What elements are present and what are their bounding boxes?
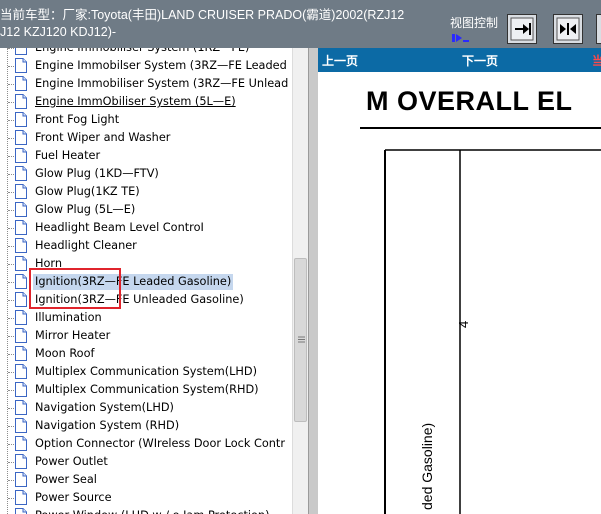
tree-item[interactable]: Engine Immobiliser System (1RZ—FE) (0, 48, 292, 57)
document-icon (15, 238, 27, 253)
tree-item[interactable]: Power Seal (0, 471, 292, 489)
tree-scrollbar[interactable] (292, 48, 309, 514)
view-indicator-icon (452, 34, 469, 42)
document-icon (15, 454, 27, 469)
tree-item[interactable]: Multiplex Communication System(LHD) (0, 363, 292, 381)
document-icon (15, 58, 27, 73)
tree-item[interactable]: Glow Plug (5L—E) (0, 201, 292, 219)
document-icon (15, 202, 27, 217)
document-icon (15, 148, 27, 163)
top-header-bar: 当前车型：厂家:Toyota(丰田)LAND CRUISER PRADO(霸道)… (0, 0, 601, 49)
document-icon (15, 130, 27, 145)
tree-item-label: Multiplex Communication System(RHD) (35, 383, 259, 396)
tree-item[interactable]: Mirror Heater (0, 327, 292, 345)
tree-item[interactable]: Headlight Cleaner (0, 237, 292, 255)
grip-icon (298, 336, 305, 343)
current-vehicle-title: 当前车型：厂家:Toyota(丰田)LAND CRUISER PRADO(霸道)… (0, 8, 405, 39)
document-icon (15, 418, 27, 433)
tree-item-label: Fuel Heater (35, 149, 101, 162)
fit-width-button[interactable] (553, 14, 583, 44)
tree-item-label: Moon Roof (35, 347, 95, 360)
tree-item-label: Glow Plug(1KZ TE) (35, 185, 140, 198)
document-icon (15, 76, 27, 91)
tree-item-label: Engine Immobiliser System (1RZ—FE) (33, 48, 251, 56)
tree-item[interactable]: Front Fog Light (0, 111, 292, 129)
document-icon (15, 166, 27, 181)
tree-item[interactable]: Fuel Heater (0, 147, 292, 165)
highlight-annotation (29, 268, 121, 309)
tree-item-label: Front Wiper and Washer (35, 131, 171, 144)
tree-item-label: Power Source (35, 491, 112, 504)
document-icon (15, 436, 27, 451)
tree-item[interactable]: Engine Immobilser System (3RZ—FE Leaded (0, 57, 292, 75)
document-icon (15, 274, 27, 289)
arrows-inward-icon (556, 17, 580, 41)
tree-item-label: Multiplex Communication System(LHD) (35, 365, 258, 378)
tree-item-label: Navigation System(LHD) (35, 401, 174, 414)
tree-item-label: Mirror Heater (35, 329, 111, 342)
viewer-nav-bar: 上一页 下一页 当 (318, 48, 601, 72)
document-icon (15, 94, 27, 109)
tree-item[interactable]: Engine ImmObiliser System (5L—E) (0, 93, 292, 111)
view-control-label: 视图控制 (450, 16, 499, 30)
tree-item-label: Front Fog Light (35, 113, 120, 126)
tree-item[interactable]: Headlight Beam Level ControI (0, 219, 292, 237)
tree-item[interactable]: Power Window (LHD w / o Jam Protection) (0, 507, 292, 514)
document-icon (15, 364, 27, 379)
tree-item[interactable]: Glow Plug(1KZ TE) (0, 183, 292, 201)
document-icon (15, 310, 27, 325)
document-icon (15, 508, 27, 514)
title-rule (360, 127, 601, 129)
tree-item-label: Option Connector (WIreless Door Lock Con… (35, 437, 285, 450)
document-icon (15, 346, 27, 361)
document-icon (15, 490, 27, 505)
document-icon (15, 112, 27, 127)
tree-item-label: Glow Plug (5L—E) (35, 203, 136, 216)
document-icon (15, 328, 27, 343)
tree-item[interactable]: Navigation System(LHD) (0, 399, 292, 417)
next-page-button[interactable] (507, 14, 537, 44)
tree-item-label: Power Seal (35, 473, 97, 486)
tree-item[interactable]: Navigation System (RHD) (0, 417, 292, 435)
document-icon (15, 184, 27, 199)
document-icon (15, 382, 27, 397)
tree-item-label: Navigation System (RHD) (35, 419, 180, 432)
current-page-link[interactable]: 当 (592, 52, 601, 69)
scrollbar-thumb[interactable] (294, 258, 307, 422)
tree-item[interactable]: Option Connector (WIreless Door Lock Con… (0, 435, 292, 453)
tree-item[interactable]: Power Source (0, 489, 292, 507)
diagram-title: M OVERALL EL (366, 86, 573, 116)
document-icon (15, 292, 27, 307)
arrow-right-bar-icon (510, 17, 534, 41)
tree-item-label: Illumination (35, 311, 102, 324)
document-icon (15, 472, 27, 487)
document-icon (15, 256, 27, 271)
tree-item[interactable]: Glow Plug (1KD—FTV) (0, 165, 292, 183)
tree-item[interactable]: Moon Roof (0, 345, 292, 363)
more-controls-button[interactable] (596, 14, 601, 44)
diagram-vertical-label: ded Gasoline) (419, 422, 435, 510)
diagram-number: 4 (456, 320, 471, 328)
tree-item[interactable]: Engine Immobiliser System (3RZ—FE Unlead (0, 75, 292, 93)
document-viewer: 上一页 下一页 当 M OVERALL EL 4 ded Gasoline) (318, 48, 601, 514)
document-icon (15, 48, 27, 55)
tree-item[interactable]: Front Wiper and Washer (0, 129, 292, 147)
tree-item-label: Engine Immobilser System (3RZ—FE Leaded (35, 59, 287, 72)
prev-page-link[interactable]: 上一页 (322, 52, 358, 69)
tree-item-label: Power Outlet (35, 455, 108, 468)
tree-item-label: Engine ImmObiliser System (5L—E) (35, 95, 236, 108)
document-icon (15, 400, 27, 415)
tree-item-label: Glow Plug (1KD—FTV) (35, 167, 159, 180)
document-icon (15, 220, 27, 235)
panel-splitter[interactable] (308, 48, 318, 514)
next-page-link[interactable]: 下一页 (462, 52, 498, 69)
tree-item[interactable]: Illumination (0, 309, 292, 327)
tree-item[interactable]: Multiplex Communication System(RHD) (0, 381, 292, 399)
tree-item-label: Headlight Cleaner (35, 239, 137, 252)
tree-item[interactable]: Power Outlet (0, 453, 292, 471)
tree-item-label: Power Window (LHD w / o Jam Protection) (33, 508, 272, 514)
tree-item-label: Engine Immobiliser System (3RZ—FE Unlead (35, 77, 289, 90)
tree-item-label: Headlight Beam Level ControI (35, 221, 204, 234)
